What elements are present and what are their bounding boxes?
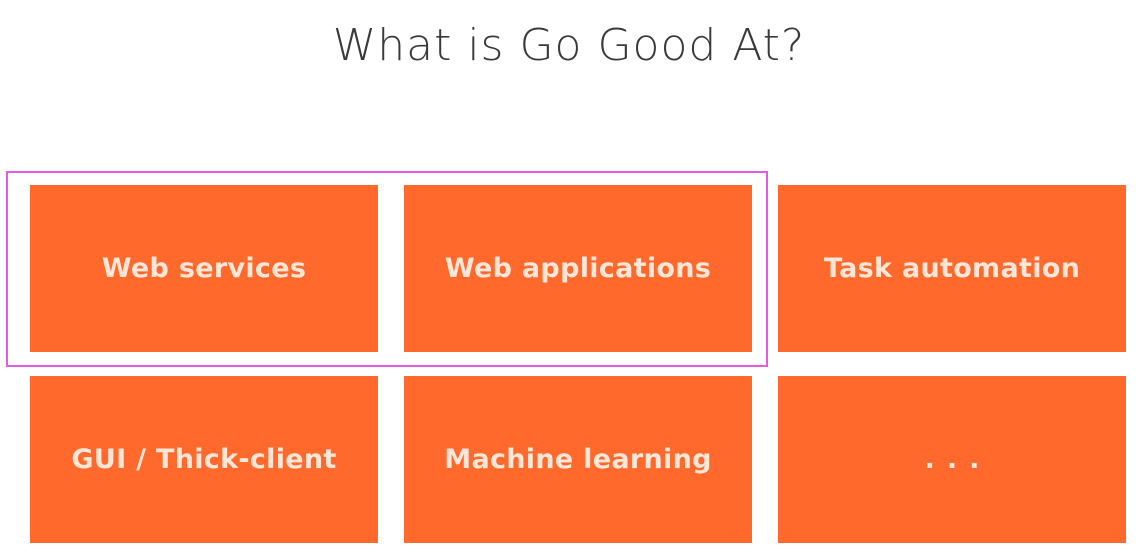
tile-label: ... [924, 444, 992, 475]
tile-web-services: Web services [30, 185, 378, 352]
tile-label: Machine learning [444, 444, 712, 475]
tile-more: ... [778, 376, 1126, 543]
tile-label: Web applications [444, 253, 712, 284]
tile-label: Task automation [823, 253, 1081, 284]
tile-web-applications: Web applications [404, 185, 752, 352]
tile-task-automation: Task automation [778, 185, 1126, 352]
tile-label: GUI / Thick-client [71, 444, 337, 475]
slide-title: What is Go Good At? [332, 20, 806, 71]
tile-label: Web services [101, 253, 307, 284]
tile-machine-learning: Machine learning [404, 376, 752, 543]
tile-gui-thick-client: GUI / Thick-client [30, 376, 378, 543]
